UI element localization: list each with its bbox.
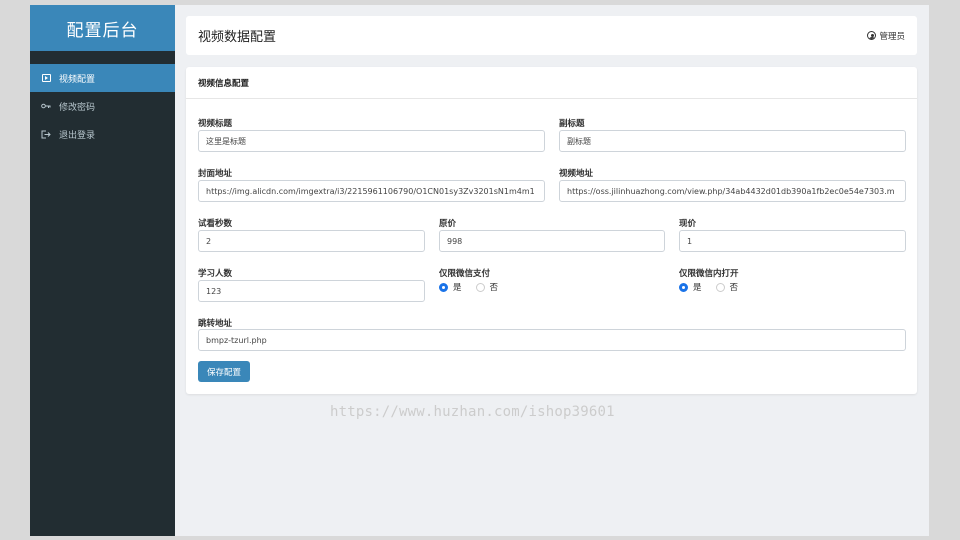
wechat-open-yes-radio[interactable]: 是 [679,281,702,293]
key-icon [41,101,51,111]
trial-seconds-label: 试看秒数 [198,219,233,229]
user-circle-icon [867,31,877,40]
radio-label: 是 [693,283,702,293]
original-price-label: 原价 [439,219,457,229]
sidebar-item-logout[interactable]: 退出登录 [30,120,175,148]
radio-unchecked-icon [475,282,485,292]
subtitle-label: 副标题 [559,119,585,129]
play-square-icon [41,73,51,83]
current-price-input[interactable]: 1 [679,230,906,252]
brand-title: 配置后台 [30,5,175,51]
subtitle-input[interactable]: 副标题 [559,130,906,152]
wechat-open-only-label: 仅限微信内打开 [679,269,739,279]
video-title-input[interactable]: 这里是标题 [198,130,545,152]
card-title: 视频信息配置 [186,67,917,99]
radio-label: 是 [453,283,462,293]
logout-icon [41,129,51,139]
redirect-url-input[interactable]: bmpz-tzurl.php [198,329,906,351]
save-config-button[interactable]: 保存配置 [198,361,250,382]
wechat-pay-yes-radio[interactable]: 是 [439,281,462,293]
watermark-text: https://www.huzhan.com/ishop39601 [330,404,615,420]
trial-seconds-input[interactable]: 2 [198,230,425,252]
learners-label: 学习人数 [198,269,233,279]
user-menu[interactable]: 管理员 [867,30,905,42]
app-window: 配置后台 视频配置 修改密码 退出登录 视频数据配置 管理员 视频信息配置 视频… [30,5,929,536]
cover-url-input[interactable]: https://img.alicdn.com/imgextra/i3/22159… [198,180,545,202]
radio-label: 否 [729,283,739,293]
wechat-pay-no-radio[interactable]: 否 [475,281,499,293]
wechat-open-no-radio[interactable]: 否 [715,281,739,293]
wechat-pay-only-label: 仅限微信支付 [439,269,491,279]
cover-url-label: 封面地址 [198,169,233,179]
radio-label: 否 [489,283,499,293]
sidebar: 配置后台 视频配置 修改密码 退出登录 [30,5,175,536]
video-title-label: 视频标题 [198,119,233,129]
sidebar-nav: 视频配置 修改密码 退出登录 [30,64,175,148]
sidebar-item-label: 视频配置 [59,74,96,85]
sidebar-item-label: 退出登录 [59,130,96,141]
sidebar-item-video-config[interactable]: 视频配置 [30,64,175,92]
radio-checked-icon [679,282,688,292]
main-content: 视频数据配置 管理员 视频信息配置 视频标题 这里是标题 副标题 副标题 封面地… [175,5,929,536]
original-price-input[interactable]: 998 [439,230,665,252]
video-url-label: 视频地址 [559,169,594,179]
sidebar-item-label: 修改密码 [59,102,96,113]
user-name: 管理员 [879,31,905,42]
page-header: 视频数据配置 管理员 [186,16,917,55]
config-card: 视频信息配置 视频标题 这里是标题 副标题 副标题 封面地址 https://i… [186,67,917,394]
page-title: 视频数据配置 [198,30,277,45]
video-url-input[interactable]: https://oss.jilinhuazhong.com/view.php/3… [559,180,906,202]
current-price-label: 现价 [679,219,697,229]
radio-unchecked-icon [715,282,725,292]
sidebar-item-change-password[interactable]: 修改密码 [30,92,175,120]
learners-input[interactable]: 123 [198,280,425,302]
wechat-open-only-radio-group: 是 否 [679,281,752,293]
redirect-url-label: 跳转地址 [198,319,233,329]
wechat-pay-only-radio-group: 是 否 [439,281,512,293]
radio-checked-icon [439,282,448,292]
